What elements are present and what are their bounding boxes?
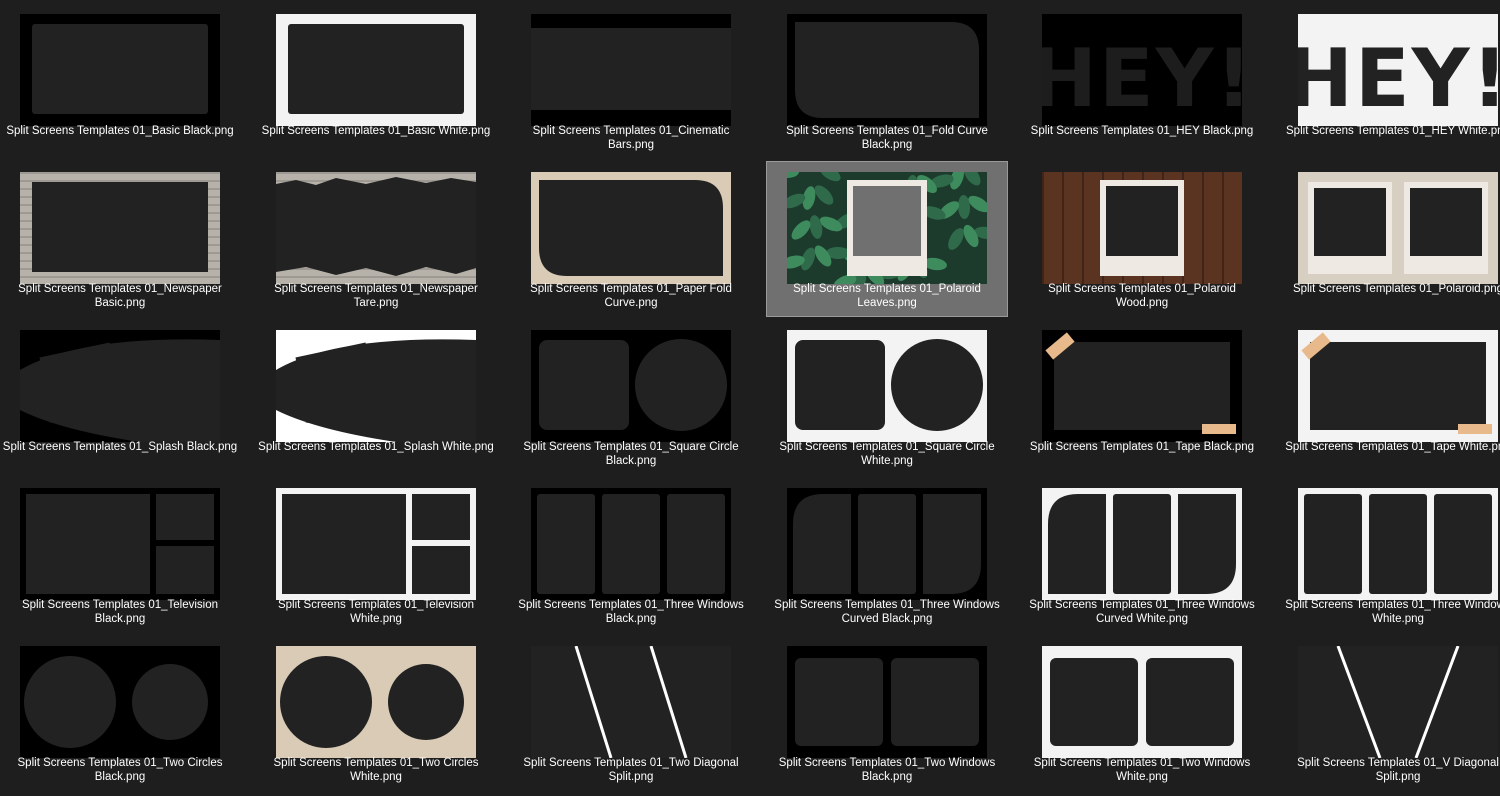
file-name-label: Split Screens Templates 01_Splash White.… — [258, 441, 494, 453]
file-tile[interactable]: Split Screens Templates 01_Basic White.p… — [256, 4, 496, 158]
file-thumbnail[interactable] — [20, 488, 220, 600]
file-thumbnail[interactable] — [1298, 330, 1498, 442]
file-name-label: Split Screens Templates 01_Two Diagonal … — [523, 757, 739, 783]
file-name-label: Split Screens Templates 01_Square Circle… — [779, 441, 995, 467]
file-tile[interactable]: Split Screens Templates 01_Two Circles B… — [0, 636, 240, 790]
file-thumbnail[interactable] — [1042, 488, 1242, 600]
file-thumbnail[interactable] — [531, 172, 731, 284]
file-name-label: Split Screens Templates 01_Three Windows… — [774, 599, 1000, 625]
file-name-label: Split Screens Templates 01_Splash Black.… — [2, 441, 238, 453]
file-name-label: Split Screens Templates 01_Three Windows… — [518, 599, 744, 625]
file-thumbnail[interactable] — [276, 488, 476, 600]
file-thumbnail[interactable] — [531, 646, 731, 758]
file-thumbnail[interactable] — [1298, 488, 1498, 600]
file-thumbnail[interactable] — [20, 14, 220, 126]
file-tile[interactable]: HEY!Split Screens Templates 01_HEY Black… — [1022, 4, 1262, 158]
file-tile[interactable]: Split Screens Templates 01_Polaroid.png — [1278, 162, 1500, 316]
file-name-label: Split Screens Templates 01_Polaroid.png — [1292, 283, 1500, 295]
file-tile[interactable]: Split Screens Templates 01_Fold Curve Bl… — [767, 4, 1007, 158]
file-name-label: Split Screens Templates 01_Newspaper Tar… — [274, 283, 478, 309]
file-name-label: Split Screens Templates 01_HEY White.png — [1286, 125, 1500, 137]
file-name-label: Split Screens Templates 01_Polaroid Wood… — [1048, 283, 1236, 309]
file-name-label: Split Screens Templates 01_Paper Fold Cu… — [530, 283, 732, 309]
file-thumbnail[interactable] — [531, 488, 731, 600]
file-thumbnail[interactable]: HEY! — [1042, 14, 1242, 126]
file-thumbnail[interactable] — [20, 330, 220, 442]
file-tile[interactable]: HEY!Split Screens Templates 01_HEY White… — [1278, 4, 1500, 158]
file-thumbnail[interactable] — [276, 330, 476, 442]
file-tile[interactable]: Split Screens Templates 01_Paper Fold Cu… — [511, 162, 751, 316]
file-name-label: Split Screens Templates 01_Two Windows B… — [778, 757, 996, 783]
file-tile[interactable]: Split Screens Templates 01_Three Windows… — [511, 478, 751, 632]
file-name-label: Split Screens Templates 01_Three Windows… — [1029, 599, 1255, 625]
file-thumbnail[interactable] — [787, 646, 987, 758]
file-tile[interactable]: Split Screens Templates 01_Two Windows W… — [1022, 636, 1262, 790]
file-thumbnail[interactable] — [20, 172, 220, 284]
file-thumbnail[interactable] — [276, 172, 476, 284]
svg-text:HEY!: HEY! — [1298, 32, 1498, 125]
file-thumbnail[interactable] — [1042, 330, 1242, 442]
file-tile[interactable]: Split Screens Templates 01_Three Windows… — [1022, 478, 1262, 632]
file-name-label: Split Screens Templates 01_Newspaper Bas… — [18, 283, 222, 309]
file-tile[interactable]: Split Screens Templates 01_Cinematic Bar… — [511, 4, 751, 158]
file-tile[interactable]: Split Screens Templates 01_Television Bl… — [0, 478, 240, 632]
file-thumbnail[interactable] — [1298, 646, 1498, 758]
file-tile[interactable]: Split Screens Templates 01_Polaroid Wood… — [1022, 162, 1262, 316]
file-thumbnail[interactable] — [1042, 172, 1242, 284]
file-tile[interactable]: Split Screens Templates 01_Tape White.pn… — [1278, 320, 1500, 474]
file-tile[interactable]: Split Screens Templates 01_Basic Black.p… — [0, 4, 240, 158]
file-tile[interactable]: Split Screens Templates 01_Two Windows B… — [767, 636, 1007, 790]
file-thumbnail[interactable] — [1042, 646, 1242, 758]
file-tile[interactable]: Split Screens Templates 01_Splash White.… — [256, 320, 496, 474]
file-name-label: Split Screens Templates 01_Basic White.p… — [261, 125, 491, 137]
file-tile[interactable]: Split Screens Templates 01_Tape Black.pn… — [1022, 320, 1262, 474]
file-tile[interactable]: Split Screens Templates 01_Two Diagonal … — [511, 636, 751, 790]
file-thumbnail[interactable] — [276, 646, 476, 758]
file-thumbnail[interactable] — [787, 14, 987, 126]
file-tile[interactable]: Split Screens Templates 01_Splash Black.… — [0, 320, 240, 474]
file-name-label: Split Screens Templates 01_HEY Black.png — [1030, 125, 1254, 137]
file-name-label: Split Screens Templates 01_Two Circles W… — [273, 757, 479, 783]
file-name-label: Split Screens Templates 01_Two Circles B… — [17, 757, 223, 783]
file-thumbnail[interactable] — [787, 172, 987, 284]
file-thumbnail[interactable] — [787, 330, 987, 442]
file-name-label: Split Screens Templates 01_Cinematic Bar… — [532, 125, 730, 151]
file-tile[interactable]: Split Screens Templates 01_Square Circle… — [511, 320, 751, 474]
file-thumbnail[interactable] — [531, 14, 731, 126]
file-name-label: Split Screens Templates 01_Television Bl… — [21, 599, 219, 625]
file-name-label: Split Screens Templates 01_Square Circle… — [523, 441, 739, 467]
file-tile[interactable]: Split Screens Templates 01_Newspaper Bas… — [0, 162, 240, 316]
file-thumbnail[interactable] — [276, 14, 476, 126]
file-tile[interactable]: Split Screens Templates 01_Three Windows… — [1278, 478, 1500, 632]
file-tile[interactable]: Split Screens Templates 01_Three Windows… — [767, 478, 1007, 632]
file-name-label: Split Screens Templates 01_Fold Curve Bl… — [786, 125, 988, 151]
file-name-label: Split Screens Templates 01_Two Windows W… — [1033, 757, 1251, 783]
file-tile[interactable]: Split Screens Templates 01_Newspaper Tar… — [256, 162, 496, 316]
file-tile[interactable]: Split Screens Templates 01_Television Wh… — [256, 478, 496, 632]
file-tile[interactable]: Split Screens Templates 01_Square Circle… — [767, 320, 1007, 474]
file-thumbnail[interactable] — [1298, 172, 1498, 284]
file-name-label: Split Screens Templates 01_Tape Black.pn… — [1029, 441, 1255, 453]
svg-text:HEY!: HEY! — [1042, 32, 1242, 125]
file-thumbnail[interactable]: HEY! — [1298, 14, 1498, 126]
file-name-label: Split Screens Templates 01_Television Wh… — [277, 599, 475, 625]
file-tile[interactable]: Split Screens Templates 01_Two Circles W… — [256, 636, 496, 790]
file-tile[interactable]: Split Screens Templates 01_V Diagonal Sp… — [1278, 636, 1500, 790]
file-name-label: Split Screens Templates 01_V Diagonal Sp… — [1297, 757, 1499, 783]
file-thumbnail[interactable] — [531, 330, 731, 442]
file-tile[interactable]: Split Screens Templates 01_Polaroid Leav… — [766, 161, 1008, 317]
file-name-label: Split Screens Templates 01_Tape White.pn… — [1285, 441, 1500, 453]
file-thumbnail[interactable] — [787, 488, 987, 600]
file-name-label: Split Screens Templates 01_Polaroid Leav… — [793, 283, 981, 309]
file-name-label: Split Screens Templates 01_Basic Black.p… — [6, 125, 234, 137]
file-name-label: Split Screens Templates 01_Three Windows… — [1285, 599, 1500, 625]
file-thumbnail[interactable] — [20, 646, 220, 758]
file-grid: Split Screens Templates 01_Basic Black.p… — [0, 0, 1500, 796]
